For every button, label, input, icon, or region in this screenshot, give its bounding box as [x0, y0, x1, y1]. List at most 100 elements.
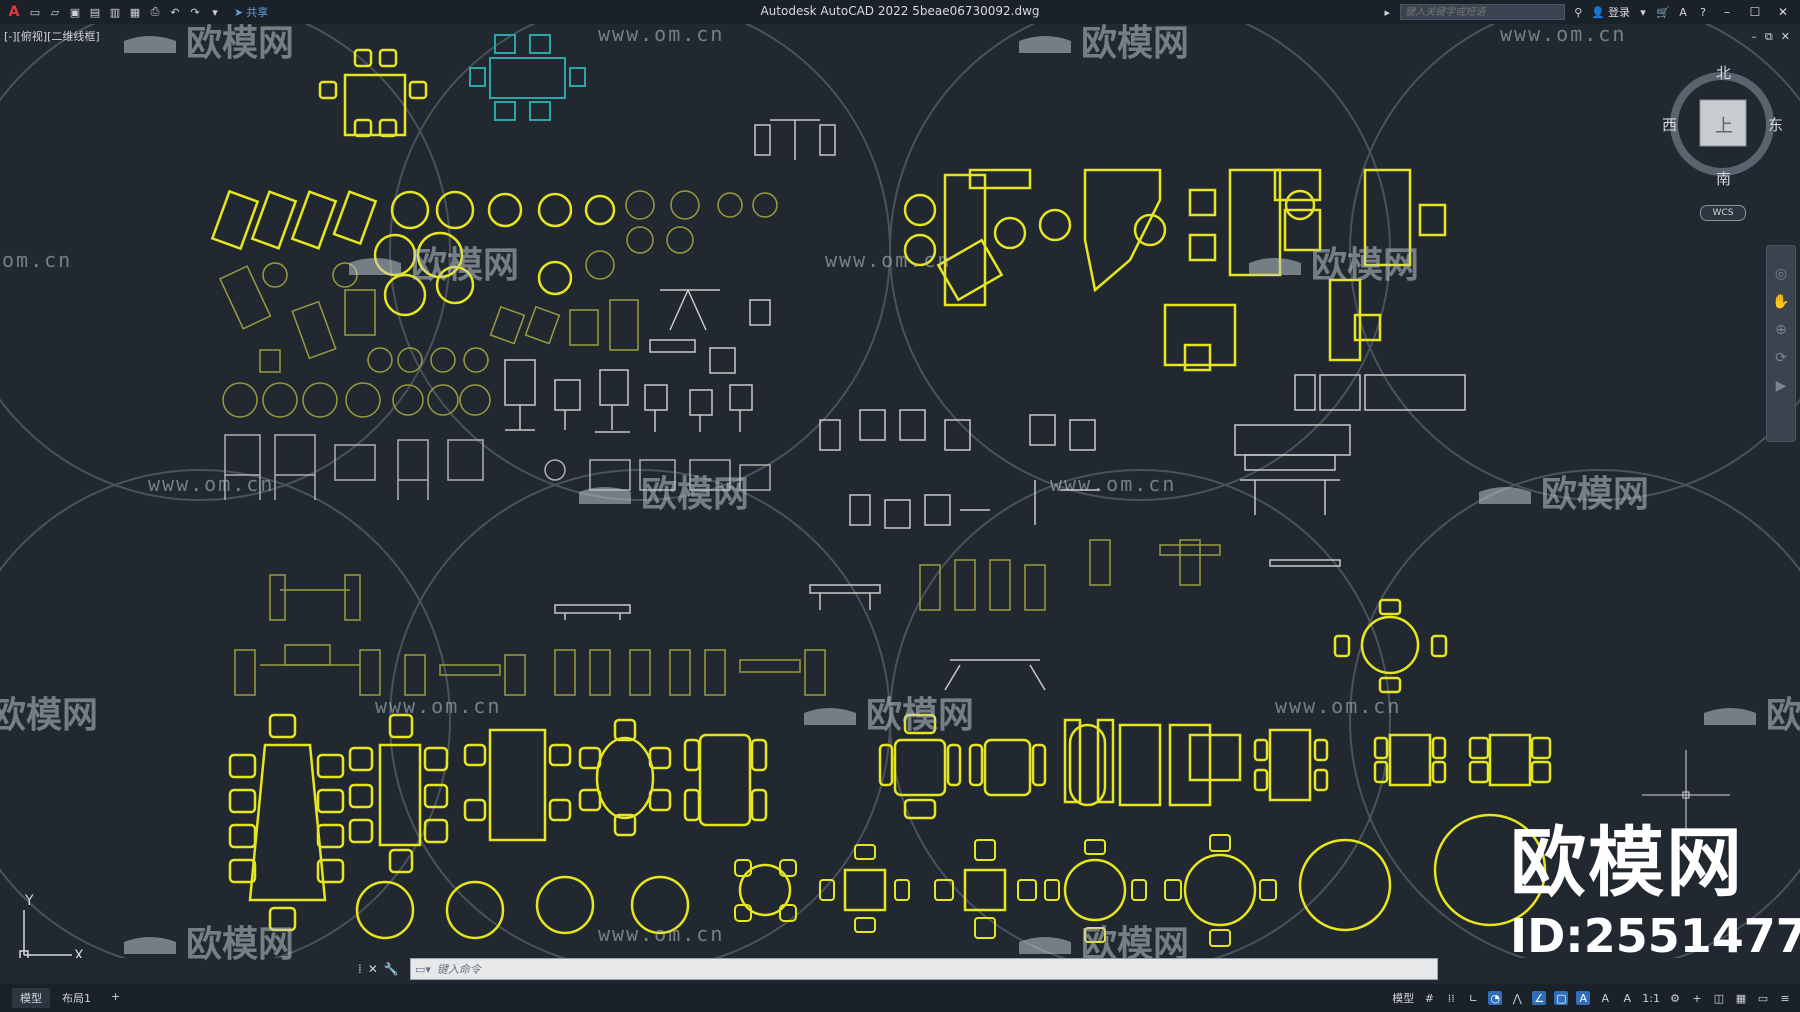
clean-screen-icon[interactable]: ▭	[1756, 991, 1770, 1005]
customization-menu-icon[interactable]: ≡	[1778, 991, 1792, 1005]
expand-arrow-icon[interactable]: ▸	[1380, 5, 1394, 19]
compass-west[interactable]: 西	[1662, 114, 1677, 135]
command-line: ⁞ ✕ 🔧 ▭▾ 键入命令	[358, 958, 1438, 980]
dining-set-small	[318, 48, 428, 138]
autodesk-icon[interactable]: A	[1676, 5, 1690, 19]
watermark-logo: 欧模网	[1700, 686, 1800, 738]
document-window-controls: – ⧉ ✕	[1751, 30, 1790, 44]
watermark-text: 欧模网	[1766, 695, 1800, 736]
watermark-logo: 欧模网	[120, 14, 294, 66]
search-icon[interactable]: ⚲	[1571, 5, 1585, 19]
watermark-url: www.om.cn	[1050, 472, 1177, 496]
viewcube-face-top[interactable]: 上	[1715, 112, 1733, 138]
watermark-url: om.cn	[2, 248, 73, 272]
dining-elevations	[234, 539, 1221, 696]
watermark-text: 欧模网	[866, 695, 975, 736]
command-placeholder: 键入命令	[436, 963, 481, 976]
status-bar: 模型 布局1 + 模型 # ⁞⁞ ∟ ◔ ⋀ ∠ ▢ A A A 1:1 ⚙ +…	[0, 984, 1800, 1012]
round-table-four	[1333, 598, 1448, 694]
wcs-menu[interactable]: WCS	[1700, 205, 1746, 221]
watermark-logo: 欧模网	[1245, 236, 1419, 288]
brand-id: ID:2551477	[1510, 909, 1800, 963]
sofa-logo-icon	[124, 36, 176, 53]
doc-minimize-button[interactable]: –	[1751, 30, 1757, 44]
watermark-url: www.om.cn	[148, 472, 275, 496]
doc-close-button[interactable]: ✕	[1781, 30, 1790, 44]
orbit-icon[interactable]: ⟳	[1767, 350, 1795, 366]
watermark-url: www.om.cn	[598, 922, 725, 946]
tab-layout1[interactable]: 布局1	[54, 988, 99, 1008]
pan-icon[interactable]: ✋	[1767, 294, 1795, 310]
watermark-logo: 欧模网	[1475, 465, 1649, 517]
osnap-icon[interactable]: ▢	[1554, 991, 1569, 1005]
watermark-text: 欧模网	[1311, 245, 1420, 286]
command-grip-icon[interactable]: ⁞	[358, 962, 362, 976]
command-customize-icon[interactable]: 🔧	[384, 962, 399, 976]
hardware-accel-icon[interactable]: ▦	[1734, 991, 1748, 1005]
plus-icon[interactable]: +	[1690, 991, 1704, 1005]
doc-restore-button[interactable]: ⧉	[1765, 30, 1773, 44]
watermark-text: 欧模网	[1081, 23, 1190, 64]
compass-north[interactable]: 北	[1716, 62, 1731, 83]
tab-add[interactable]: +	[103, 988, 128, 1008]
brand-name: 欧模网	[1510, 818, 1744, 907]
login-dropdown-icon[interactable]: ▾	[1636, 5, 1650, 19]
watermark-logo: 欧模网	[0, 686, 98, 738]
login-button[interactable]: 👤 登录	[1591, 4, 1630, 20]
layout-tabs: 模型 布局1 +	[12, 988, 128, 1008]
close-button[interactable]: ✕	[1772, 5, 1794, 19]
tab-model[interactable]: 模型	[12, 988, 50, 1008]
showmotion-icon[interactable]: ▶	[1767, 378, 1795, 394]
ucs-x-label: X	[74, 948, 84, 958]
watermark-url: www.om.cn	[375, 694, 502, 718]
save-icon[interactable]: ▣	[68, 5, 82, 19]
ortho-icon[interactable]: ∟	[1466, 991, 1480, 1005]
sofa-logo-icon	[124, 937, 176, 954]
sofa-logo-icon	[1249, 258, 1301, 275]
sofa-logo-icon	[1019, 937, 1071, 954]
compass-south[interactable]: 南	[1716, 168, 1731, 189]
autoscale-icon[interactable]: A	[1598, 991, 1612, 1005]
steering-wheel-icon[interactable]: ◎	[1767, 266, 1795, 282]
minimize-button[interactable]: –	[1716, 5, 1738, 19]
grid-icon[interactable]: #	[1422, 991, 1436, 1005]
watermark-text: 欧模网	[1541, 474, 1650, 515]
search-input[interactable]	[1400, 4, 1566, 20]
watermark-text: 欧模网	[186, 23, 295, 64]
new-file-icon[interactable]: ▭	[28, 5, 42, 19]
autocad-logo-icon[interactable]: A	[6, 4, 22, 20]
annotation-scale-icon[interactable]: A	[1620, 991, 1634, 1005]
watermark-logo: 欧模网	[345, 236, 519, 288]
watermark-logo: 欧模网	[800, 686, 974, 738]
compass-east[interactable]: 东	[1768, 114, 1783, 135]
watermark-url: www.om.cn	[598, 22, 725, 46]
model-space-toggle[interactable]: 模型	[1392, 990, 1414, 1006]
open-folder-icon[interactable]: ▱	[48, 5, 62, 19]
cart-icon[interactable]: 🛒	[1656, 5, 1670, 19]
watermark-url: www.om.cn	[1275, 694, 1402, 718]
sofa-logo-icon	[579, 487, 631, 504]
watermark-logo: 欧模网	[575, 465, 749, 517]
viewport-controls-label[interactable]: [-][俯视][二维线框]	[4, 28, 100, 44]
osnap-tracking-icon[interactable]: ∠	[1532, 991, 1547, 1005]
command-input[interactable]: ▭▾ 键入命令	[410, 958, 1438, 980]
sofa-logo-icon	[1704, 708, 1756, 725]
save-as-icon[interactable]: ▤	[88, 5, 102, 19]
isolate-objects-icon[interactable]: ◫	[1712, 991, 1726, 1005]
help-icon[interactable]: ?	[1696, 5, 1710, 19]
command-prompt-icon: ▭▾	[415, 962, 431, 976]
sofa-logo-icon	[349, 258, 401, 275]
watermark-url: www.om.cn	[1500, 22, 1627, 46]
snap-icon[interactable]: ⁞⁞	[1444, 991, 1458, 1005]
isodraft-icon[interactable]: ⋀	[1510, 991, 1524, 1005]
command-close-icon[interactable]: ✕	[368, 962, 378, 976]
annotation-visibility-icon[interactable]: A	[1576, 991, 1591, 1005]
viewcube[interactable]: 北 南 东 西 上	[1660, 60, 1783, 190]
watermark-text: 欧模网	[411, 245, 520, 286]
workspace-gear-icon[interactable]: ⚙	[1668, 991, 1682, 1005]
scale-label[interactable]: 1:1	[1642, 992, 1660, 1005]
zoom-icon[interactable]: ⊕	[1767, 322, 1795, 338]
polar-icon[interactable]: ◔	[1488, 991, 1503, 1005]
maximize-button[interactable]: ☐	[1744, 5, 1766, 19]
login-label: 登录	[1608, 6, 1630, 19]
